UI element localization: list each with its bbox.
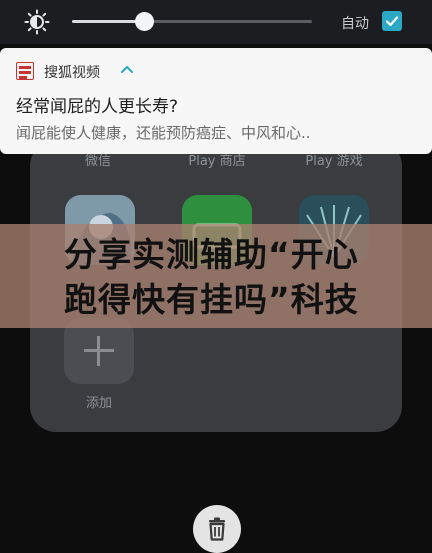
banner-text: 分享实测辅助“开心跑得快有挂吗”科技 (64, 235, 359, 319)
add-app-label: 添加 (85, 396, 112, 411)
sohu-video-icon (16, 62, 34, 80)
chevron-up-icon[interactable] (120, 64, 134, 74)
notification-title: 经常闻屁的人更长寿? (16, 97, 179, 117)
delete-button[interactable] (193, 505, 241, 553)
quick-settings-bar: 自动 (0, 0, 432, 44)
overlay-banner: 分享实测辅助“开心跑得快有挂吗”科技 (0, 224, 432, 328)
brightness-icon[interactable] (24, 9, 50, 35)
auto-brightness-checkbox[interactable] (382, 11, 402, 31)
auto-brightness-label: 自动 (341, 16, 369, 32)
brightness-slider-thumb[interactable] (134, 12, 154, 31)
trash-icon (209, 517, 225, 541)
notification-card[interactable]: 搜狐视频 经常闻屁的人更长寿? 闻屁能使人健康，还能预防癌症、中风和心.. (0, 48, 432, 154)
notification-app-name: 搜狐视频 (44, 65, 100, 81)
brightness-slider-fill (72, 20, 144, 23)
brightness-slider[interactable] (72, 20, 312, 23)
notification-body: 闻屁能使人健康，还能预防癌症、中风和心.. (16, 124, 311, 142)
checkbox-checked-icon (385, 16, 399, 27)
